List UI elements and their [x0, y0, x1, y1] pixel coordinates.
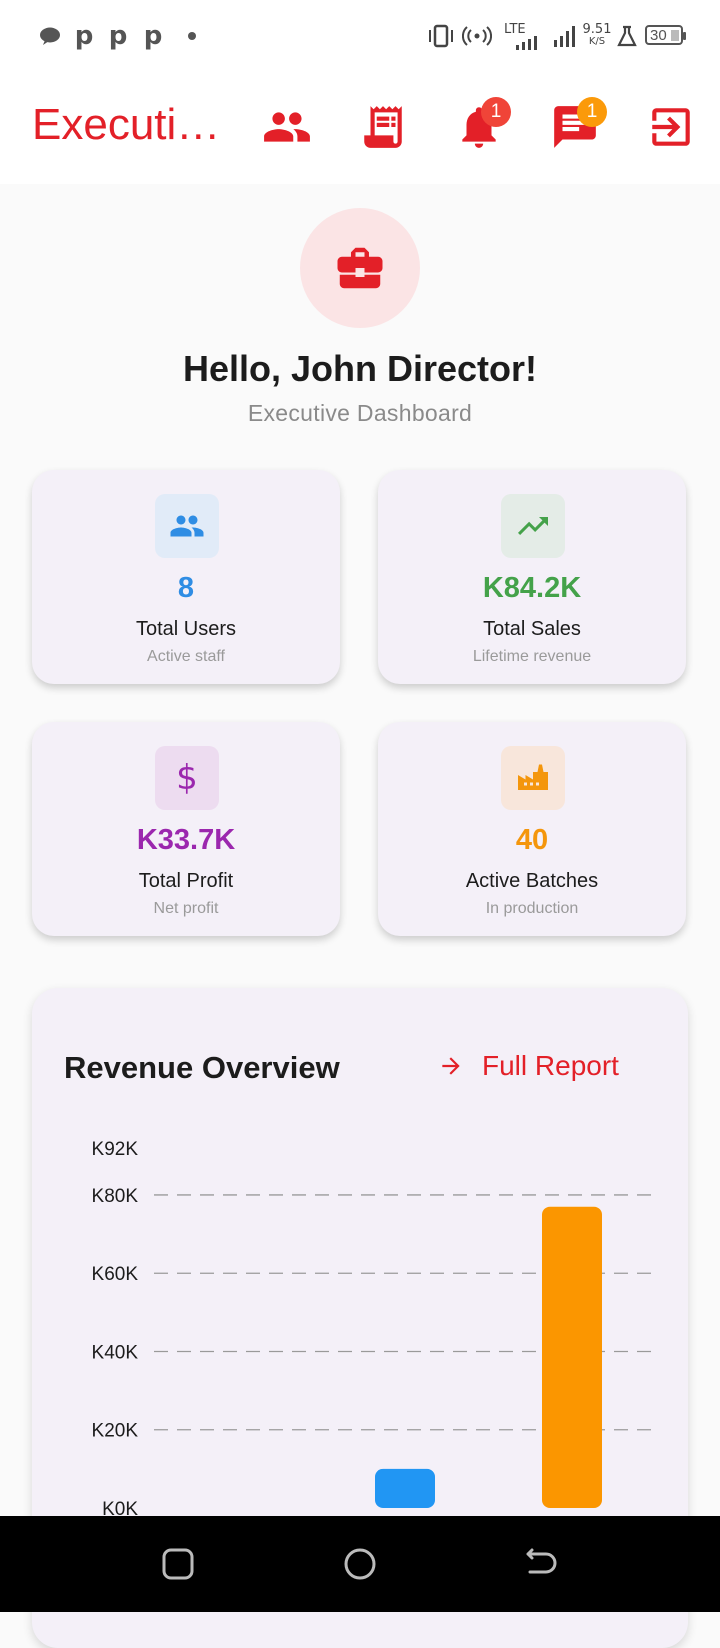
signal-icon — [552, 22, 578, 50]
dashboard-subtitle: Executive Dashboard — [247, 400, 473, 426]
stat-card-profit[interactable]: $ K33.7K Total Profit Net profit — [32, 722, 340, 936]
hotspot-icon — [462, 22, 492, 50]
recent-apps-button[interactable] — [160, 1546, 196, 1582]
back-icon — [526, 1548, 557, 1574]
home-button[interactable] — [342, 1546, 378, 1582]
avatar — [300, 208, 420, 328]
dollar-icon: $ — [155, 746, 219, 810]
dot-icon — [186, 22, 198, 50]
vibrate-icon — [426, 22, 456, 50]
people-icon — [264, 112, 310, 142]
receipt-button[interactable] — [358, 102, 408, 152]
people-icon — [155, 494, 219, 558]
net-speed-value: 9.51 — [582, 22, 612, 37]
trending-up-icon — [501, 494, 565, 558]
greeting: Hello, John Director! — [182, 348, 538, 389]
p-icon: p — [108, 21, 128, 51]
net-speed-unit: K/S — [588, 36, 606, 47]
square-icon — [162, 1548, 194, 1580]
users-button[interactable] — [262, 102, 312, 152]
net-speed: 9.51 K/S — [580, 22, 614, 50]
stat-card-sales[interactable]: K84.2K Total Sales Lifetime revenue — [378, 470, 686, 684]
stat-value: K33.7K — [136, 824, 236, 856]
full-report-link[interactable]: Full Report — [438, 1050, 619, 1082]
network-label: LTE — [504, 21, 526, 37]
circle-icon — [344, 1548, 376, 1580]
logout-icon — [652, 108, 690, 146]
battery-icon: 30 — [645, 25, 686, 45]
p-icon: p — [143, 21, 163, 51]
stat-card-batches[interactable]: 40 Active Batches In production — [378, 722, 686, 936]
revenue-title: Revenue Overview — [64, 1050, 340, 1085]
factory-icon — [501, 746, 565, 810]
p-icon: p — [74, 21, 94, 51]
stat-label: Total Users — [135, 618, 237, 640]
stat-label: Active Batches — [465, 870, 599, 892]
navigation-bar — [0, 1516, 720, 1612]
stat-value: K84.2K — [482, 572, 582, 604]
status-bar: p p p LTE 9.51 K/S 30 — [0, 0, 720, 72]
stat-sublabel: Net profit — [153, 900, 219, 917]
app-title: Executi… — [32, 100, 221, 149]
messages-badge: 1 — [577, 97, 607, 127]
logout-button[interactable] — [646, 102, 696, 152]
stat-sublabel: In production — [485, 900, 579, 917]
stat-value: 8 — [177, 572, 195, 604]
stat-sublabel: Lifetime revenue — [472, 648, 592, 665]
stat-sublabel: Active staff — [147, 648, 225, 665]
arrow-right-icon — [442, 1057, 460, 1075]
stat-value: 40 — [515, 824, 549, 856]
notifications-badge: 1 — [481, 97, 511, 127]
flask-icon — [614, 22, 640, 50]
back-button[interactable] — [522, 1546, 558, 1582]
briefcase-icon — [337, 247, 383, 289]
chat-bubble-icon — [38, 22, 62, 50]
lte-signal-icon: LTE — [504, 22, 544, 50]
app-bar: Executi… 1 1 — [0, 72, 720, 184]
receipt-icon — [364, 106, 402, 148]
stat-label: Total Sales — [483, 618, 581, 640]
full-report-label: Full Report — [482, 1050, 619, 1081]
stat-label: Total Profit — [138, 870, 234, 892]
stat-card-users[interactable]: 8 Total Users Active staff — [32, 470, 340, 684]
battery-level: 30 — [650, 26, 667, 44]
